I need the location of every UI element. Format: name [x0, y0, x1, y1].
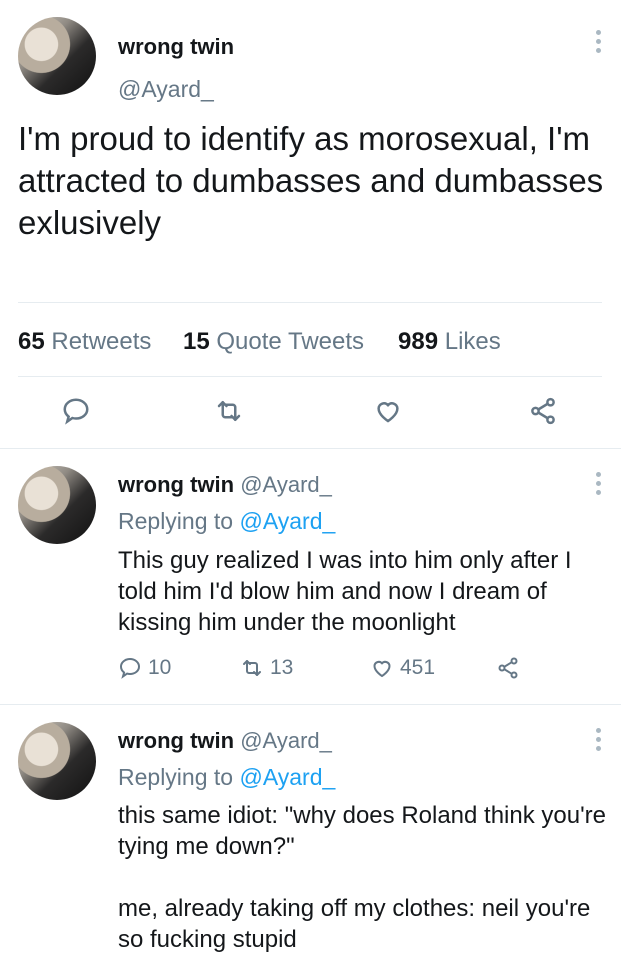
likes-label: Likes — [444, 328, 501, 355]
more-options-icon[interactable] — [593, 472, 603, 495]
retweets-stat[interactable]: 65 Retweets — [18, 328, 151, 356]
retweets-label: Retweets — [51, 328, 152, 355]
like-icon[interactable] — [373, 396, 403, 426]
divider — [18, 376, 602, 377]
quotes-count: 15 — [183, 328, 210, 355]
replying-to: Replying to @Ayard_ — [118, 508, 335, 535]
retweet-icon — [243, 660, 261, 676]
author-handle[interactable]: @Ayard_ — [240, 728, 332, 753]
replying-to-prefix: Replying to — [118, 764, 234, 790]
divider — [18, 302, 602, 303]
author-display-name[interactable]: wrong twin — [118, 728, 234, 753]
like-icon — [373, 660, 391, 678]
replying-to: Replying to @Ayard_ — [118, 764, 335, 791]
tweet-text: I'm proud to identify as morosexual, I'm… — [18, 120, 604, 241]
likes-count: 989 — [398, 328, 439, 355]
retweet-button[interactable]: 13 — [240, 656, 293, 680]
author-handle[interactable]: @Ayard_ — [240, 472, 332, 497]
reply-text: This guy realized I was into him only af… — [118, 547, 579, 636]
avatar[interactable] — [18, 722, 96, 800]
share-icon[interactable] — [527, 396, 559, 426]
reply-icon[interactable] — [61, 396, 91, 426]
retweet-count: 13 — [270, 656, 294, 679]
reply-text: this same idiot: "why does Roland think … — [118, 802, 607, 953]
divider — [0, 448, 621, 449]
more-options-icon[interactable] — [593, 30, 603, 53]
like-count: 451 — [400, 656, 436, 679]
replying-to-prefix: Replying to — [118, 508, 234, 534]
likes-stat[interactable]: 989 Likes — [398, 328, 501, 356]
reply-header: wrong twin @Ayard_ — [118, 728, 332, 754]
divider — [0, 704, 621, 705]
like-button[interactable]: 451 — [370, 656, 435, 680]
reply-header: wrong twin @Ayard_ — [118, 472, 332, 498]
avatar[interactable] — [18, 17, 96, 95]
more-options-icon[interactable] — [593, 728, 603, 751]
quote-tweets-stat[interactable]: 15 Quote Tweets — [183, 328, 364, 356]
replying-to-handle[interactable]: @Ayard_ — [239, 764, 335, 790]
author-display-name[interactable]: wrong twin — [118, 34, 234, 60]
retweet-icon[interactable] — [214, 396, 244, 426]
author-display-name[interactable]: wrong twin — [118, 472, 234, 497]
quotes-label: Quote Tweets — [216, 328, 365, 355]
avatar[interactable] — [18, 466, 96, 544]
replying-to-handle[interactable]: @Ayard_ — [239, 508, 335, 534]
retweets-count: 65 — [18, 328, 45, 355]
share-button[interactable] — [496, 656, 520, 680]
share-icon — [498, 657, 518, 679]
author-handle[interactable]: @Ayard_ — [118, 76, 214, 103]
reply-count: 10 — [148, 656, 172, 679]
reply-icon — [119, 657, 141, 679]
reply-button[interactable]: 10 — [118, 656, 171, 680]
